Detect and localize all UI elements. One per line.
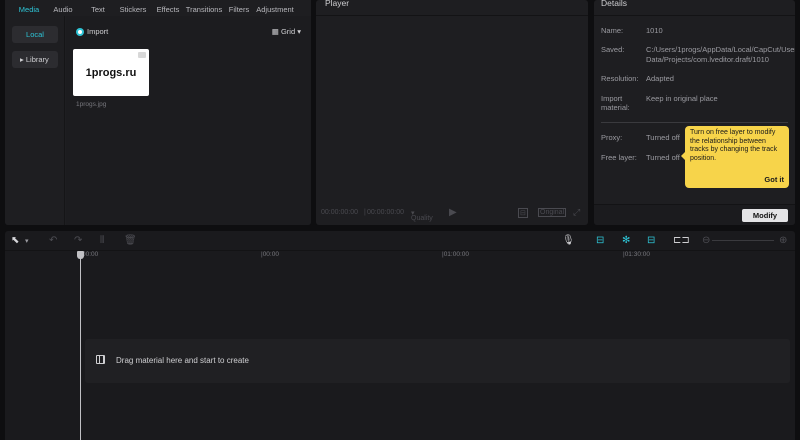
chevron-down-icon[interactable]: ▾: [25, 237, 29, 245]
details-footer: Modify: [594, 204, 795, 225]
media-sidebar: Local ▸ Library: [5, 16, 65, 225]
delete-icon[interactable]: 🗑: [124, 235, 137, 246]
play-icon[interactable]: ▶: [449, 207, 457, 218]
view-mode-dropdown[interactable]: ▦ Grid ▾: [272, 26, 301, 38]
media-content: Import ▦ Grid ▾ 1progs.ru 1progs.jpg: [66, 16, 311, 225]
microphone-icon[interactable]: 🎙: [562, 235, 575, 246]
tab-text[interactable]: Text: [85, 0, 111, 16]
import-button[interactable]: Import: [76, 26, 108, 38]
import-label: Import: [87, 27, 109, 36]
tab-effects-label: Effects: [156, 5, 180, 14]
tooltip-text: Turn on free layer to modify the relatio…: [690, 129, 778, 162]
timeline-panel: ⬉ ▾ ↶ ↷ ⫴ 🗑 🎙 ⊟ ✻ ⊟ ⊏⊐ ⊖ ⊕ 00:00 |00:00 …: [5, 231, 795, 440]
quality-label: Quality: [411, 215, 433, 222]
sidebar-item-local[interactable]: Local: [12, 26, 58, 43]
divider: [601, 122, 788, 123]
grid-icon: ▦: [271, 27, 279, 36]
zoom-slider[interactable]: [712, 240, 774, 241]
view-mode-label: Grid: [280, 27, 296, 36]
resolution-key: Resolution:: [601, 74, 639, 83]
name-value: 1010: [646, 26, 663, 35]
modify-button[interactable]: Modify: [742, 209, 788, 222]
media-panel: Local ▸ Library Import ▦ Grid ▾ 1progs.r…: [5, 16, 311, 225]
sidebar-item-library[interactable]: ▸ Library: [12, 51, 58, 68]
player-controls: 00:00:00:00 | 00:00:00:00 Quality ▾ ▶ ⊟ …: [316, 203, 588, 225]
quality-dropdown[interactable]: Quality ▾: [411, 209, 433, 222]
tab-stickers-label: Stickers: [119, 5, 147, 14]
media-toolbar: Media Audio Text Stickers Effects Transi…: [5, 0, 311, 16]
timeline-drop-zone[interactable]: Drag material here and start to create: [85, 339, 790, 383]
import-material-key: Import material:: [601, 94, 630, 112]
ratio-button[interactable]: Original: [538, 208, 567, 217]
media-thumbnail[interactable]: 1progs.ru: [73, 49, 149, 96]
zoom-in-icon[interactable]: ⊕: [779, 235, 787, 246]
main-track-magnet-icon[interactable]: ⊟: [596, 235, 604, 246]
tab-media-label: Media: [18, 5, 40, 14]
fullscreen-icon[interactable]: ⤢: [573, 207, 580, 218]
preview-axis-icon[interactable]: ⊏⊐: [673, 235, 690, 246]
tab-filters-label: Filters: [228, 5, 250, 14]
free-layer-tooltip: Turn on free layer to modify the relatio…: [681, 126, 789, 188]
tick-label: |01:00:00: [442, 251, 469, 258]
linkage-icon[interactable]: ⊟: [647, 235, 655, 246]
thumbnail-image-text: 1progs.ru: [85, 67, 137, 79]
current-time: 00:00:00:00: [321, 209, 358, 216]
drop-zone-text: Drag material here and start to create: [116, 356, 249, 365]
tab-filters[interactable]: Filters: [227, 0, 251, 16]
redo-icon[interactable]: ↷: [74, 235, 82, 246]
timeline-toolbar: ⬉ ▾ ↶ ↷ ⫴ 🗑 🎙 ⊟ ✻ ⊟ ⊏⊐ ⊖ ⊕: [5, 231, 795, 251]
tab-stickers[interactable]: Stickers: [119, 0, 147, 16]
timeline-ruler: 00:00 |00:00 |01:00:00 |01:30:00: [5, 251, 795, 263]
plus-icon: [76, 28, 84, 36]
playhead-line[interactable]: [80, 253, 81, 440]
tab-transitions[interactable]: Transitions: [185, 0, 223, 16]
auto-snapping-icon[interactable]: ✻: [622, 235, 630, 246]
tab-text-label: Text: [91, 5, 105, 14]
tick-label: 00:00: [82, 251, 99, 258]
tick-label: |00:00: [261, 251, 279, 258]
media-file-name: 1progs.jpg: [76, 101, 107, 108]
got-it-button[interactable]: Got it: [764, 175, 784, 185]
separator: |: [364, 209, 366, 216]
tab-effects[interactable]: Effects: [156, 0, 180, 16]
film-icon: [96, 355, 105, 364]
player-panel: Player 00:00:00:00 | 00:00:00:00 Quality…: [316, 0, 588, 225]
divider: [316, 15, 588, 16]
tab-adjustment[interactable]: Adjustment: [255, 0, 295, 16]
select-cursor-icon[interactable]: ⬉: [11, 235, 19, 246]
details-title: Details: [601, 0, 627, 8]
total-time: 00:00:00:00: [367, 209, 404, 216]
tab-transitions-label: Transitions: [185, 5, 223, 14]
tab-adjustment-label: Adjustment: [256, 5, 294, 14]
thumbnail-badge-icon: [138, 52, 146, 58]
player-title: Player: [325, 0, 350, 8]
free-layer-key: Free layer:: [601, 153, 637, 162]
proxy-key: Proxy:: [601, 133, 623, 142]
resolution-value: Adapted: [646, 74, 674, 83]
full-screen-preview-icon[interactable]: ⊟: [518, 208, 528, 218]
tick-label: |01:30:00: [623, 251, 650, 258]
saved-key: Saved:: [601, 45, 625, 54]
split-icon[interactable]: ⫴: [100, 235, 104, 246]
saved-value: C:/Users/1progs/AppData/Local/CapCut/Use…: [646, 45, 795, 64]
zoom-out-icon[interactable]: ⊖: [702, 235, 710, 246]
sidebar-item-library-label: Library: [25, 55, 49, 64]
details-panel: Details Name: 1010 Saved: C:/Users/1prog…: [594, 0, 795, 225]
import-material-value: Keep in original place: [646, 94, 718, 103]
tab-audio[interactable]: Audio: [50, 0, 76, 16]
divider: [594, 15, 795, 16]
chevron-down-icon: ▾: [297, 27, 301, 36]
name-key: Name:: [601, 26, 624, 35]
tab-media[interactable]: Media: [16, 0, 42, 16]
undo-icon[interactable]: ↶: [49, 235, 57, 246]
tab-audio-label: Audio: [53, 5, 73, 14]
